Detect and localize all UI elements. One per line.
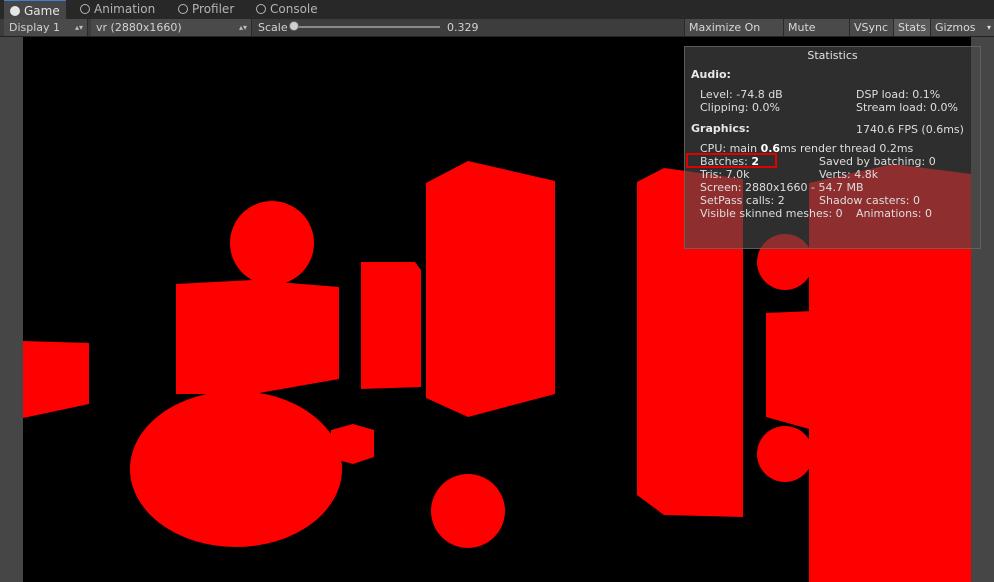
red-sphere-bottom <box>431 474 505 548</box>
tab-bar: Game Animation Profiler Console <box>0 0 994 21</box>
gizmos-dropdown[interactable]: Gizmos ▾ <box>930 19 994 36</box>
tab-game[interactable]: Game <box>4 0 66 21</box>
display-dropdown[interactable]: Display 1 ▴▾ <box>4 19 88 36</box>
scale-label: Scale <box>258 21 288 34</box>
batches-highlight-box <box>686 153 777 168</box>
tab-console[interactable]: Console <box>250 0 324 19</box>
screen-info: Screen: 2880x1660 - 54.7 MB <box>700 181 864 194</box>
tab-console-label: Console <box>270 2 318 16</box>
stream-load: Stream load: 0.0% <box>856 101 958 114</box>
visible-skinned-meshes: Visible skinned meshes: 0 <box>700 207 843 220</box>
console-icon <box>256 4 266 14</box>
tab-game-label: Game <box>24 4 60 18</box>
statistics-title: Statistics <box>807 49 858 62</box>
scale-value: 0.329 <box>447 21 479 34</box>
tab-profiler[interactable]: Profiler <box>172 0 240 19</box>
verts-count: Verts: 4.8k <box>819 168 879 181</box>
fps-readout: 1740.6 FPS (0.6ms) <box>856 123 964 136</box>
red-box-middle <box>361 262 421 389</box>
red-cube-right <box>766 311 813 430</box>
maximize-on-play-toggle[interactable]: Maximize On Play <box>684 19 783 51</box>
dropdown-arrow-icon: ▴▾ <box>74 23 83 32</box>
red-cube-large <box>176 280 339 394</box>
red-prism-tall <box>426 161 555 417</box>
audio-header: Audio: <box>691 68 731 81</box>
tris-count: Tris: 7.0k <box>700 168 750 181</box>
game-toolbar: Display 1 ▴▾ vr (2880x1660) ▴▾ Scale 0.3… <box>0 19 994 51</box>
red-sphere-top <box>230 201 314 285</box>
red-cube-small <box>331 424 374 464</box>
audio-clipping: Clipping: 0.0% <box>700 101 780 114</box>
resolution-dropdown-label: vr (2880x1660) <box>96 21 182 34</box>
saved-by-batching: Saved by batching: 0 <box>819 155 936 168</box>
tab-animation-label: Animation <box>94 2 156 16</box>
graphics-header: Graphics: <box>691 122 750 135</box>
dropdown-arrow-icon: ▴▾ <box>238 23 247 32</box>
red-sphere-large <box>130 391 342 547</box>
mute-audio-toggle[interactable]: Mute Audio <box>783 19 849 51</box>
audio-level: Level: -74.8 dB <box>700 88 783 101</box>
scale-slider-track[interactable] <box>290 26 440 28</box>
vsync-toggle[interactable]: VSync <box>849 19 893 36</box>
cpu-suffix: ms render thread 0.2ms <box>780 142 914 155</box>
clock-icon <box>80 4 90 14</box>
resolution-dropdown[interactable]: vr (2880x1660) ▴▾ <box>91 19 252 36</box>
red-cube-left-edge <box>23 341 89 418</box>
statistics-panel: Statistics Audio: Level: -74.8 dB DSP lo… <box>684 46 981 249</box>
animations-count: Animations: 0 <box>856 207 933 220</box>
tab-animation[interactable]: Animation <box>74 0 161 19</box>
pacman-icon <box>10 6 20 16</box>
profiler-icon <box>178 4 188 14</box>
setpass-calls: SetPass calls: 2 <box>700 194 785 207</box>
tab-profiler-label: Profiler <box>192 2 235 16</box>
stats-toggle[interactable]: Stats <box>893 19 930 36</box>
dsp-load: DSP load: 0.1% <box>856 88 941 101</box>
shadow-casters: Shadow casters: 0 <box>819 194 920 207</box>
gizmos-label: Gizmos <box>935 21 976 34</box>
chevron-down-icon: ▾ <box>986 23 991 32</box>
red-sphere-right-bottom <box>757 426 813 482</box>
display-dropdown-label: Display 1 <box>9 21 61 34</box>
scale-slider-thumb[interactable] <box>289 21 299 31</box>
